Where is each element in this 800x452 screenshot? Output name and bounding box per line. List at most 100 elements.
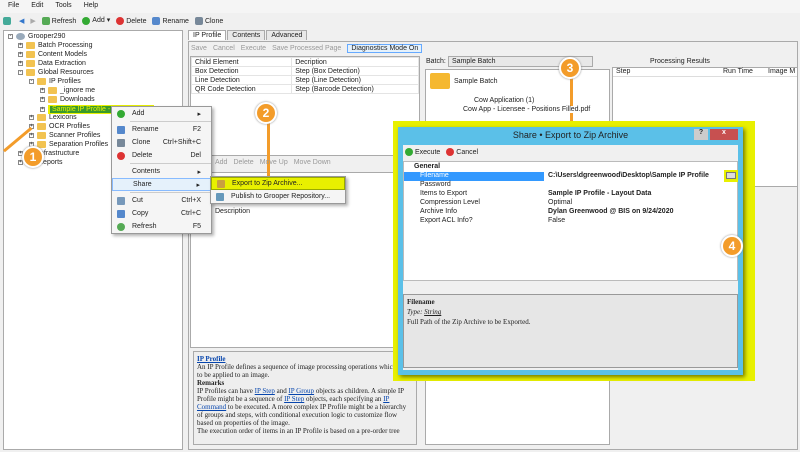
menu-item-publish-repository[interactable]: Publish to Grooper Repository... bbox=[211, 190, 345, 203]
tree-item-separation-profiles[interactable]: + Separation Profiles bbox=[29, 141, 108, 148]
batch-label: Batch: bbox=[426, 58, 446, 65]
dialog-help-button[interactable]: ? bbox=[694, 129, 708, 140]
add-button[interactable]: Add ▾ bbox=[82, 16, 110, 25]
tab-advanced[interactable]: Advanced bbox=[266, 30, 308, 40]
dialog-cancel-button[interactable]: Cancel bbox=[446, 148, 478, 156]
menu-item-delete[interactable]: Delete Del bbox=[112, 149, 211, 162]
export-dialog: Share • Export to Zip Archive ? x Execut… bbox=[398, 127, 743, 375]
dialog-execute-button[interactable]: Execute bbox=[405, 148, 440, 156]
child-add-button[interactable]: Add bbox=[215, 159, 227, 166]
editor-toolbar: Save Cancel Execute Save Processed Page … bbox=[191, 43, 423, 54]
tree-item-data-extraction[interactable]: + Data Extraction bbox=[18, 60, 86, 67]
move-up-button[interactable]: Move Up bbox=[260, 159, 288, 166]
ip-step-link-2[interactable]: IP Step bbox=[284, 395, 304, 403]
step-badge-3: 3 bbox=[559, 57, 581, 79]
tree-item-ocr-profiles[interactable]: + OCR Profiles bbox=[29, 123, 90, 130]
child-delete-button[interactable]: Delete bbox=[233, 159, 253, 166]
tree-item-content-models[interactable]: + Content Models bbox=[18, 51, 87, 58]
ip-group-link[interactable]: IP Group bbox=[288, 387, 314, 395]
col-description[interactable]: Decription bbox=[291, 57, 419, 67]
batch-folder-child[interactable]: Cow Application (1) bbox=[474, 97, 534, 104]
child-elements-grid: Child Element Decription Box Detection Ste… bbox=[190, 56, 420, 156]
step-badge-1: 1 bbox=[22, 146, 44, 168]
diagnostics-mode-button[interactable]: Diagnostics Mode On bbox=[347, 44, 423, 53]
menu-item-rename[interactable]: Rename F2 bbox=[112, 123, 211, 136]
table-row[interactable]: Box Detection Step (Box Detection) bbox=[190, 66, 419, 76]
batch-file[interactable]: Cow App - Licensee - Positions Filled.pd… bbox=[463, 106, 591, 113]
add-icon bbox=[82, 16, 91, 25]
dialog-toolbar: Execute Cancel bbox=[405, 148, 478, 156]
step-badge-2: 2 bbox=[255, 102, 277, 124]
menu-item-add[interactable]: Add ▸ bbox=[112, 107, 211, 120]
category-general[interactable]: General bbox=[404, 163, 737, 172]
help-remarks-heading: Remarks bbox=[197, 379, 225, 387]
child-toolbar: Add Delete Move Up Move Down bbox=[215, 159, 331, 166]
prop-compression-level[interactable]: Compression Level Optimal bbox=[404, 199, 737, 208]
description-label: Description bbox=[215, 208, 251, 215]
prop-archive-info[interactable]: Archive Info Dylan Greenwood @ BIS on 9/2… bbox=[404, 208, 737, 217]
tree-item-scanner-profiles[interactable]: + Scanner Profiles bbox=[29, 132, 100, 139]
menu-tools[interactable]: Tools bbox=[55, 2, 71, 11]
cancel-button[interactable]: Cancel bbox=[213, 45, 235, 52]
back-icon[interactable]: ◀ bbox=[19, 17, 24, 25]
rename-icon bbox=[152, 16, 161, 25]
dialog-title: Share • Export to Zip Archive bbox=[512, 130, 629, 140]
menu-item-share[interactable]: Share ▸ bbox=[112, 178, 211, 191]
menu-file[interactable]: File bbox=[8, 2, 19, 11]
tab-ip-profile[interactable]: IP Profile bbox=[188, 30, 227, 40]
help-intro: An IP Profile defines a sequence of imag… bbox=[197, 363, 407, 379]
table-row[interactable]: Line Detection Step (Line Detection) bbox=[190, 75, 419, 85]
tree-item-batch-processing[interactable]: + Batch Processing bbox=[18, 42, 92, 49]
menu-item-copy[interactable]: Copy Ctrl+C bbox=[112, 207, 211, 220]
main-toolbar: ◀ ▶ Refresh Add ▾ Delete Rename Clone bbox=[3, 14, 223, 27]
delete-icon bbox=[116, 16, 125, 25]
delete-button[interactable]: Delete bbox=[116, 16, 146, 25]
ip-step-link[interactable]: IP Step bbox=[255, 387, 275, 395]
arrow-2 bbox=[267, 120, 270, 178]
tree-item-root[interactable]: - Grooper290 bbox=[8, 33, 65, 40]
prop-filename[interactable]: Filename C:\Users\dgreenwood\Desktop\Samp… bbox=[404, 172, 737, 181]
prop-export-acl[interactable]: Export ACL Info? False bbox=[404, 217, 737, 226]
refresh-button[interactable]: Refresh bbox=[41, 16, 76, 25]
move-down-button[interactable]: Move Down bbox=[294, 159, 331, 166]
dialog-close-button[interactable]: x bbox=[710, 129, 738, 140]
help-prop-title: Filename bbox=[407, 298, 435, 306]
forward-icon[interactable]: ▶ bbox=[30, 17, 35, 25]
editor-tabs: IP Profile Contents Advanced bbox=[188, 30, 308, 40]
menu-item-contents[interactable]: Contents ▸ bbox=[112, 165, 211, 178]
menu-help[interactable]: Help bbox=[84, 2, 98, 11]
tab-contents[interactable]: Contents bbox=[227, 30, 266, 40]
menu-item-clone[interactable]: Clone Ctrl+Shift+C bbox=[112, 136, 211, 149]
col-child-element[interactable]: Child Element bbox=[190, 57, 293, 67]
tree-item-ip-profiles[interactable]: - IP Profiles bbox=[29, 78, 81, 85]
type-link[interactable]: String bbox=[424, 308, 441, 316]
table-row[interactable]: QR Code Detection Step (Barcode Detection… bbox=[190, 84, 419, 94]
tree-item-lexicons[interactable]: + Lexicons bbox=[29, 114, 77, 121]
tree-item-downloads[interactable]: + Downloads bbox=[40, 96, 95, 103]
home-icon[interactable] bbox=[3, 16, 11, 25]
menu-item-export-zip[interactable]: Export to Zip Archive... bbox=[211, 177, 345, 190]
save-button[interactable]: Save bbox=[191, 45, 207, 52]
help-prop-desc: Full Path of the Zip Archive to be Expor… bbox=[407, 318, 531, 326]
help-paragraph-2: The execution order of items in an IP Pr… bbox=[197, 427, 400, 435]
step-badge-4: 4 bbox=[721, 235, 743, 257]
batch-folder[interactable]: Sample Batch bbox=[454, 78, 498, 85]
rename-button[interactable]: Rename bbox=[152, 16, 189, 25]
tree-item-ignore-me[interactable]: + _ignore me bbox=[40, 87, 95, 94]
folder-icon bbox=[430, 73, 450, 89]
prop-password[interactable]: Password bbox=[404, 181, 737, 190]
menu-edit[interactable]: Edit bbox=[31, 2, 43, 11]
help-paragraph: IP Profiles can have IP Step and IP Grou… bbox=[197, 387, 407, 427]
processing-results-title: Processing Results bbox=[650, 58, 710, 65]
menu-item-cut[interactable]: Cut Ctrl+X bbox=[112, 194, 211, 207]
refresh-icon bbox=[41, 16, 50, 25]
clone-button[interactable]: Clone bbox=[194, 16, 223, 25]
help-title-link[interactable]: IP Profile bbox=[197, 355, 225, 363]
dialog-help-panel: Filename Type: String Full Path of the Z… bbox=[403, 294, 738, 368]
object-tree: - Grooper290 + Batch Processing + Content M… bbox=[3, 30, 183, 450]
save-processed-page-button[interactable]: Save Processed Page bbox=[272, 45, 341, 52]
execute-button[interactable]: Execute bbox=[241, 45, 266, 52]
prop-items-to-export[interactable]: Items to Export Sample IP Profile - Layou… bbox=[404, 190, 737, 199]
tree-item-global-resources[interactable]: - Global Resources bbox=[18, 69, 94, 76]
menu-item-refresh[interactable]: Refresh F5 bbox=[112, 220, 211, 233]
